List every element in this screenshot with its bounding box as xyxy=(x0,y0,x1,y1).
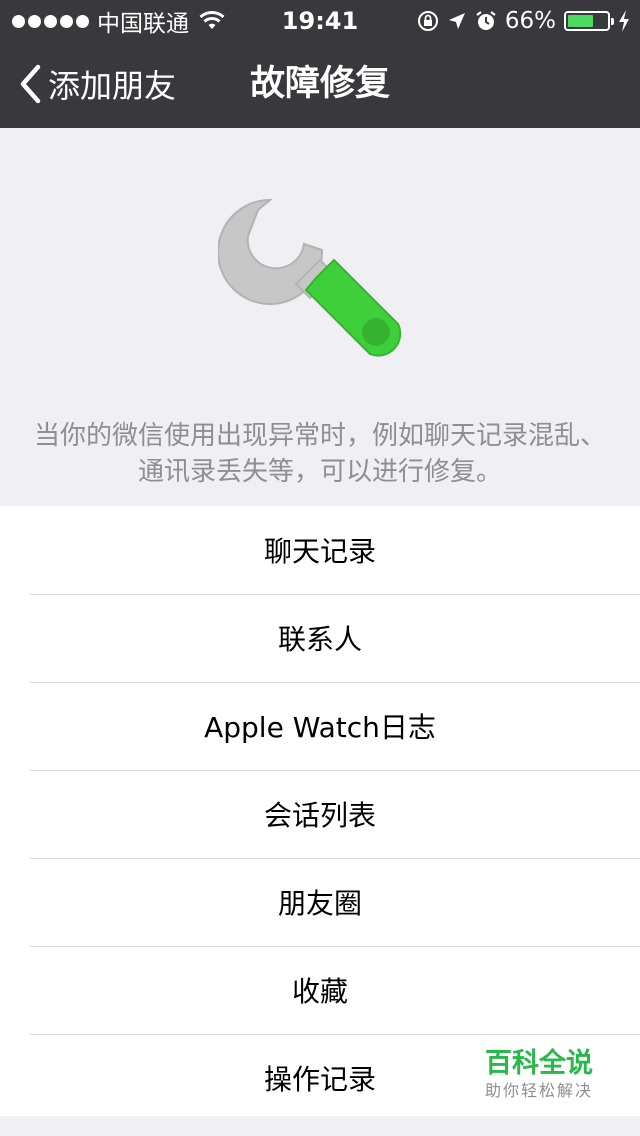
nav-bar: 添加朋友 故障修复 xyxy=(0,40,640,128)
alarm-icon xyxy=(476,11,496,30)
watermark-logo: 百科全说 助你轻松解决 xyxy=(474,1048,604,1102)
rotation-lock-icon xyxy=(417,11,438,31)
watermark-subtitle: 助你轻松解决 xyxy=(484,1081,593,1100)
repair-options-list: 聊天记录 联系人 Apple Watch日志 会话列表 朋友圈 收藏 操作记录 xyxy=(0,506,640,1116)
header: 中国联通 19:41 66% 添加朋友 故障修复 xyxy=(0,0,640,128)
list-item-contacts[interactable]: 联系人 xyxy=(0,594,640,682)
watermark-title: 百科全说 xyxy=(485,1048,593,1079)
page-title: 故障修复 xyxy=(249,64,390,104)
battery-level-fill xyxy=(568,15,594,27)
list-item-moments[interactable]: 朋友圈 xyxy=(0,858,640,946)
list-item-favorites[interactable]: 收藏 xyxy=(0,946,640,1034)
wrench-icon xyxy=(218,198,402,357)
list-item-apple-watch-log[interactable]: Apple Watch日志 xyxy=(0,682,640,770)
battery-percent: 66% xyxy=(504,8,556,34)
status-bar: 中国联通 19:41 66% xyxy=(0,0,640,40)
status-right: 66% xyxy=(417,6,630,36)
repair-description: 当你的微信使用出现异常时，例如聊天记录混乱、通讯录丢失等，可以进行修复。 xyxy=(33,421,606,487)
battery-icon xyxy=(564,11,614,31)
charging-bolt-icon xyxy=(619,10,629,32)
list-item-chat-history[interactable]: 聊天记录 xyxy=(0,506,640,594)
list-item-conversation-list[interactable]: 会话列表 xyxy=(0,770,640,858)
location-arrow-icon xyxy=(448,13,465,29)
repair-hero: 当你的微信使用出现异常时，例如聊天记录混乱、通讯录丢失等，可以进行修复。 xyxy=(0,128,640,506)
